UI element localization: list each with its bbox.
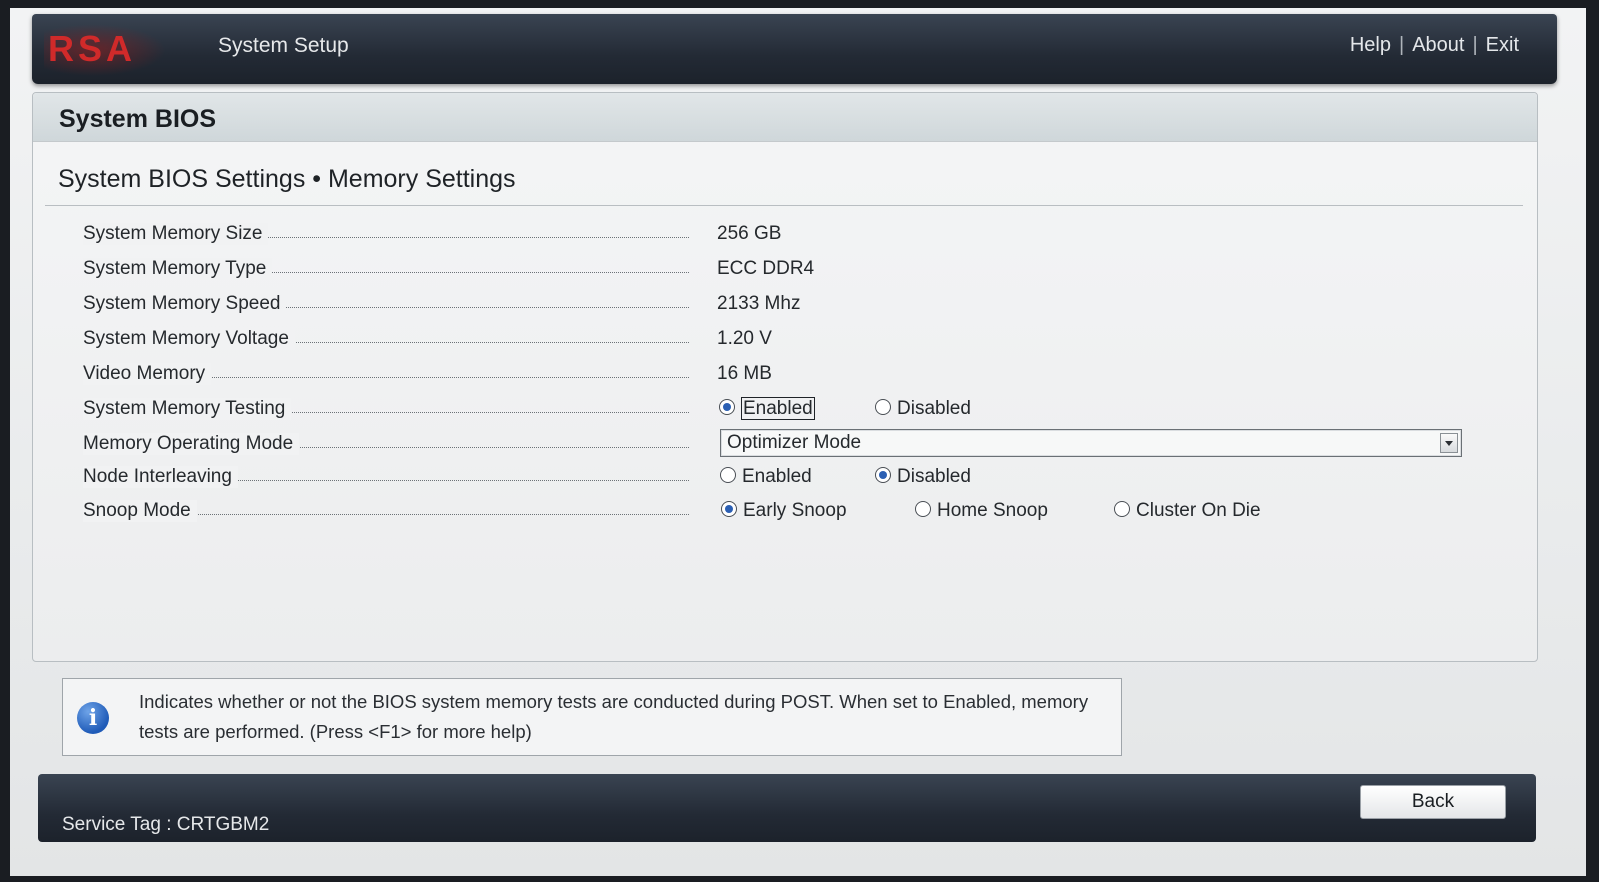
setting-label: System Memory Type [83,258,273,280]
panel-title: System BIOS [59,105,217,133]
setting-row-snoop-mode: Snoop Mode Early Snoop Home Snoop Cluste… [83,498,1523,528]
setting-label: Snoop Mode [83,500,197,522]
radio-label: Enabled [742,466,812,487]
dropdown-arrow-icon[interactable] [1440,433,1458,453]
setting-row-memory-testing: System Memory Testing Enabled Disabled [83,396,1523,426]
radio-selected-icon [721,501,737,517]
memory-testing-disabled-radio[interactable]: Disabled [875,398,971,420]
radio-label: Disabled [897,398,971,419]
help-text: Indicates whether or not the BIOS system… [139,691,1089,742]
radio-icon [915,501,931,517]
top-links: Help | About | Exit [1350,34,1519,57]
back-button[interactable]: Back [1360,785,1506,819]
rsa-logo-mark: RSA [48,32,136,66]
setting-label: Memory Operating Mode [83,433,300,455]
radio-icon [875,399,891,415]
help-link[interactable]: Help [1350,34,1391,56]
screen: RSA System Setup Help | About | Exit System … [10,8,1586,876]
setting-row-memory-size: System Memory Size 256 GB [83,221,1523,251]
setting-row-memory-speed: System Memory Speed 2133 Mhz [83,291,1523,321]
setting-row-memory-type: System Memory Type ECC DDR4 [83,256,1523,286]
setting-row-operating-mode: Memory Operating Mode Optimizer Mode [83,429,1523,461]
app-title: System Setup [218,34,349,57]
setting-label: System Memory Voltage [83,328,295,350]
memory-testing-enabled-radio[interactable]: Enabled [719,397,815,420]
radio-label: Early Snoop [743,500,847,521]
snoop-early-radio[interactable]: Early Snoop [721,500,847,522]
memory-operating-mode-select[interactable]: Optimizer Mode [720,429,1462,457]
radio-label: Disabled [897,466,971,487]
rsa-logo: RSA [44,24,166,76]
node-interleaving-disabled-radio[interactable]: Disabled [875,466,971,488]
separator: | [1398,34,1405,56]
setting-row-video-memory: Video Memory 16 MB [83,361,1523,391]
header-bar: RSA System Setup Help | About | Exit [32,14,1557,84]
help-info-box: i Indicates whether or not the BIOS syst… [62,678,1122,756]
select-value: Optimizer Mode [727,432,862,453]
setting-label: System Memory Speed [83,293,287,315]
breadcrumb-divider [45,205,1523,206]
radio-label: Cluster On Die [1136,500,1261,521]
radio-icon [720,467,736,483]
breadcrumb: System BIOS Settings • Memory Settings [58,165,516,193]
setting-label: Video Memory [83,363,212,385]
setting-value: ECC DDR4 [717,258,815,279]
radio-icon [1114,501,1130,517]
node-interleaving-enabled-radio[interactable]: Enabled [720,466,812,488]
radio-selected-icon [719,399,735,415]
snoop-cluster-on-die-radio[interactable]: Cluster On Die [1114,500,1261,522]
setting-value: 256 GB [717,223,782,244]
panel-header: System BIOS [33,93,1537,142]
setting-label: System Memory Size [83,223,269,245]
svg-text:RSA: RSA [48,32,136,66]
radio-label: Enabled [741,397,815,420]
setting-label: Node Interleaving [83,466,238,488]
setting-value: 2133 Mhz [717,293,801,314]
separator: | [1472,34,1478,56]
service-tag: Service Tag : CRTGBM2 [62,814,270,835]
radio-selected-icon [875,467,891,483]
setting-row-node-interleaving: Node Interleaving Enabled Disabled [83,464,1523,494]
setting-value: 16 MB [717,363,772,384]
setting-value: 1.20 V [717,328,772,349]
about-link[interactable]: About [1412,34,1464,56]
footer-bar: Service Tag : CRTGBM2 Back [38,774,1536,842]
settings-panel: System BIOS System BIOS Settings • Memor… [32,92,1538,662]
radio-label: Home Snoop [937,500,1048,521]
info-icon: i [77,702,109,734]
setting-label: System Memory Testing [83,398,292,420]
setting-row-memory-voltage: System Memory Voltage 1.20 V [83,326,1523,356]
snoop-home-radio[interactable]: Home Snoop [915,500,1048,522]
exit-link[interactable]: Exit [1486,34,1519,56]
